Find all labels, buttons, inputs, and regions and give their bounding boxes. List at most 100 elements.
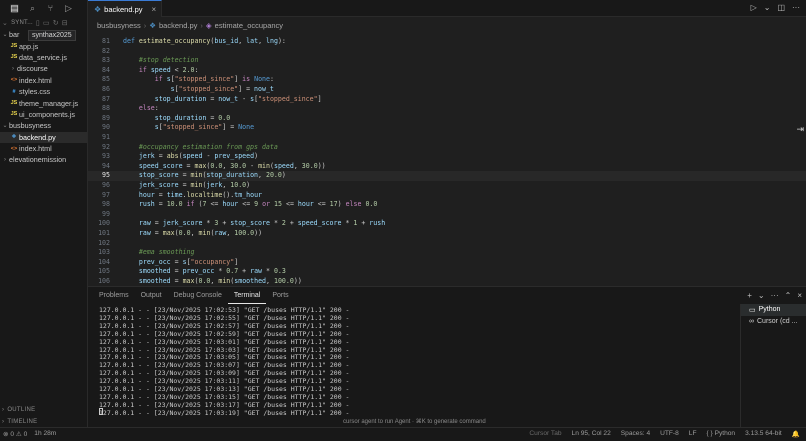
html-file-icon: <>: [10, 77, 18, 84]
code-line[interactable]: 95 stop_score = min(stop_duration, 20.0): [88, 171, 806, 181]
add-terminal-icon[interactable]: +: [747, 291, 752, 300]
code-text: smoothed = prev_occ * 0.7 + raw * 0.3: [138, 267, 286, 276]
split-editor-icon[interactable]: ◫: [777, 3, 785, 12]
code-line[interactable]: 91: [88, 133, 806, 143]
code-text: hour = time.localtime().tm_hour: [138, 190, 263, 199]
language-mode[interactable]: { } Python: [707, 430, 736, 438]
js-file-icon: JS: [10, 54, 18, 61]
tab-terminal[interactable]: Terminal: [227, 287, 267, 304]
outline-section[interactable]: › OUTLINE: [0, 404, 88, 415]
tab-problems[interactable]: Problems: [93, 287, 135, 304]
code-line[interactable]: 104 prev_occ = s["occupancy"]: [88, 258, 806, 268]
code-line[interactable]: 82: [88, 47, 806, 57]
timeline-section[interactable]: › TIMELINE: [0, 416, 88, 427]
run-icon[interactable]: ▷: [751, 3, 757, 12]
more-icon[interactable]: ···: [771, 291, 779, 300]
chevron-down-icon[interactable]: ⌄: [758, 291, 765, 300]
line-number: 102: [98, 238, 110, 247]
chevron-down-icon[interactable]: ⌄: [764, 3, 771, 12]
tree-item-label: backend.py: [19, 132, 56, 142]
encoding-status[interactable]: UTF-8: [660, 430, 679, 438]
source-control-icon[interactable]: ⑂: [46, 4, 55, 13]
code-line[interactable]: 86 s["stopped_since"] = now_t: [88, 85, 806, 95]
editor-actions: ▷ ⌄ ◫ ···: [751, 3, 800, 12]
files-icon[interactable]: ▤: [10, 4, 19, 13]
tree-item[interactable]: JS data_service.js: [0, 52, 87, 63]
js-file-icon: JS: [10, 111, 18, 118]
tree-item[interactable]: JS theme_manager.js: [0, 97, 87, 108]
tab-backend-py[interactable]: ❖ backend.py ×: [88, 0, 162, 17]
explorer-header[interactable]: ⌄ SYNT... ▯ ▭ ↻ ⊟: [0, 17, 87, 29]
code-line[interactable]: 96 jerk_score = min(jerk, 10.0): [88, 181, 806, 191]
code-line[interactable]: 85 if s["stopped_since"] is None:: [88, 75, 806, 85]
code-line[interactable]: 105 smoothed = prev_occ * 0.7 + raw * 0.…: [88, 267, 806, 277]
terminal-instance-cursor[interactable]: ∞ Cursor (cd ...: [741, 316, 806, 328]
code-line[interactable]: 106 smoothed = max(0.0, min(smoothed, 10…: [88, 277, 806, 286]
collapse-icon[interactable]: ⊟: [62, 19, 68, 27]
code-line[interactable]: 101 raw = max(0.0, min(raw, 100.0)): [88, 229, 806, 239]
terminal-instance-label: Cursor (cd ...: [757, 317, 798, 325]
terminal-cursor: [99, 408, 103, 415]
tree-item[interactable]: ❖ backend.py: [0, 131, 87, 143]
code-line[interactable]: 88 else:: [88, 104, 806, 114]
tab-debug-console[interactable]: Debug Console: [168, 287, 228, 304]
tree-item[interactable]: ⌄ busbusyness: [0, 120, 87, 131]
tree-item[interactable]: <> index.html: [0, 75, 87, 86]
terminal[interactable]: 127.0.0.1 - - [23/Nov/2025 17:02:53] "GE…: [88, 304, 736, 428]
interpreter-version[interactable]: 3.13.5 64-bit: [745, 430, 782, 438]
tree-item[interactable]: # styles.css: [0, 86, 87, 97]
code-line[interactable]: 93 jerk = abs(speed - prev_speed): [88, 152, 806, 162]
tab-output[interactable]: Output: [135, 287, 168, 304]
code-line[interactable]: 103 #ema smoothing: [88, 248, 806, 258]
new-file-icon[interactable]: ▯: [36, 19, 40, 27]
line-number: 90: [102, 123, 110, 132]
code-line[interactable]: 100 raw = jerk_score * 3 + stop_score * …: [88, 219, 806, 229]
run-debug-icon[interactable]: ▷: [64, 4, 73, 13]
cursor-tab-status[interactable]: Cursor Tab: [529, 430, 561, 438]
tree-item[interactable]: › discourse: [0, 63, 87, 74]
session-timer[interactable]: 1h 28m: [34, 430, 56, 438]
new-folder-icon[interactable]: ▭: [43, 19, 50, 27]
code-line[interactable]: 97 hour = time.localtime().tm_hour: [88, 191, 806, 201]
css-file-icon: #: [12, 88, 16, 95]
line-number: 94: [102, 161, 110, 170]
tab-ports[interactable]: Ports: [266, 287, 294, 304]
code-line[interactable]: 102: [88, 239, 806, 249]
code-line[interactable]: 81 def estimate_occupancy(bus_id, lat, ln…: [88, 37, 806, 47]
code-line[interactable]: 94 speed_score = max(0.0, 30.0 - min(spe…: [88, 162, 806, 172]
code-editor[interactable]: 81 def estimate_occupancy(bus_id, lat, ln…: [88, 34, 806, 286]
code-line[interactable]: 87 stop_duration = now_t - s["stopped_si…: [88, 95, 806, 105]
panel-actions: + ⌄ ··· ⌃ ×: [747, 291, 802, 300]
line-number: 98: [102, 200, 110, 209]
close-icon[interactable]: ×: [797, 291, 802, 300]
tree-item[interactable]: JS ui_components.js: [0, 109, 87, 120]
code-line[interactable]: 89 stop_duration = 0.0: [88, 114, 806, 124]
breadcrumb-item[interactable]: estimate_occupancy: [215, 21, 283, 30]
close-icon[interactable]: ×: [152, 5, 157, 14]
python-file-icon: ❖: [11, 134, 17, 141]
code-line[interactable]: 99: [88, 210, 806, 220]
sidebar: ▤ ⌕ ⑂ ▷ ⌄ SYNT... ▯ ▭ ↻ ⊟ ⌄ bar JS app.js JS…: [0, 0, 88, 441]
code-line[interactable]: 98 rush = 10.0 if (7 <= hour <= 9 or 15 …: [88, 200, 806, 210]
line-number: 93: [102, 152, 110, 161]
maximize-icon[interactable]: ⌃: [785, 291, 792, 300]
refresh-icon[interactable]: ↻: [53, 19, 59, 27]
code-line[interactable]: 92 #occupancy estimation from gps data: [88, 143, 806, 153]
eol-status[interactable]: LF: [689, 430, 697, 438]
breadcrumb-item[interactable]: backend.py: [159, 21, 197, 30]
breadcrumb-item[interactable]: busbusyness: [97, 21, 141, 30]
problems-status[interactable]: ⊗ 0 ⚠ 0: [3, 430, 27, 438]
tree-item[interactable]: › elevationemission: [0, 154, 87, 165]
search-icon[interactable]: ⌕: [28, 4, 37, 13]
code-line[interactable]: 83 #stop detection: [88, 56, 806, 66]
indentation-status[interactable]: Spaces: 4: [621, 430, 650, 438]
function-icon: ◈: [205, 21, 212, 30]
code-line[interactable]: 90 s["stopped_since"] = None: [88, 123, 806, 133]
more-icon[interactable]: ···: [792, 3, 800, 12]
notifications-icon[interactable]: 🔔: [792, 430, 800, 438]
tree-item[interactable]: <> index.html: [0, 143, 87, 154]
cursor-position[interactable]: Ln 95, Col 22: [572, 430, 611, 438]
code-line[interactable]: 84 if speed < 2.0:: [88, 66, 806, 76]
tree-item[interactable]: JS app.js: [0, 40, 87, 51]
terminal-instance-python[interactable]: ▭ Python: [741, 304, 806, 316]
